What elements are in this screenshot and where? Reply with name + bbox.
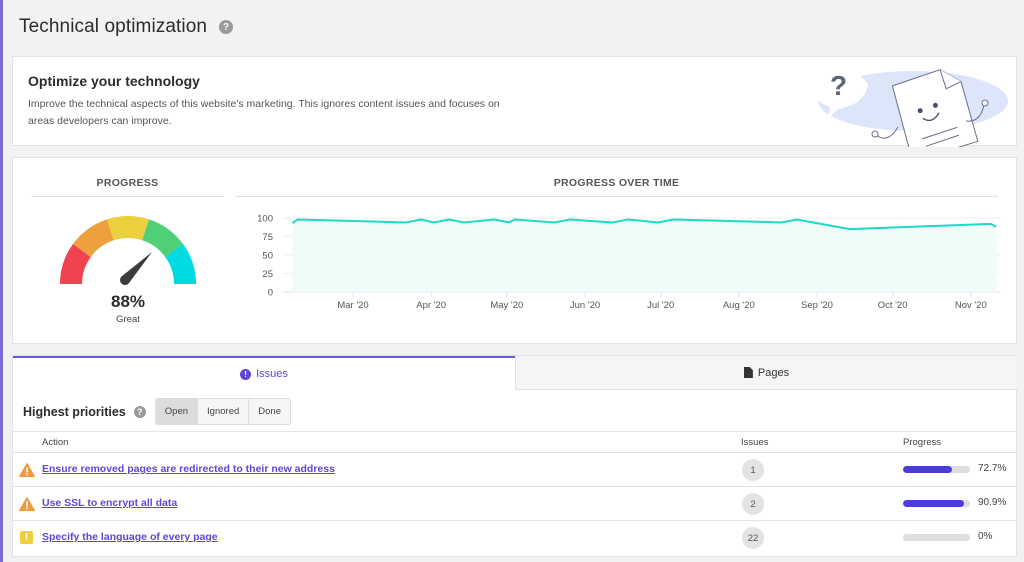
- chart-title-divider: [235, 196, 998, 197]
- gauge-rating: Great: [116, 314, 140, 325]
- right-hand: [981, 99, 989, 107]
- progress-bar: [903, 500, 970, 507]
- left-hand: [871, 130, 879, 138]
- progress-gauge: 88% Great: [53, 208, 203, 338]
- table-row: Ensure removed pages are redirected to t…: [13, 453, 1017, 487]
- x-tick-label: Nov '20: [955, 300, 987, 311]
- action-link[interactable]: Ensure removed pages are redirected to t…: [42, 463, 335, 475]
- tab-pages-label: Pages: [757, 366, 790, 379]
- exclamation-square-icon: !: [20, 531, 33, 544]
- y-tick-label: 0: [268, 288, 273, 299]
- filter-open-button[interactable]: Open: [155, 399, 199, 424]
- gauge-value: 88%: [110, 292, 146, 311]
- table-row: ! Specify the language of every page 22 …: [13, 521, 1017, 555]
- column-issues: Issues: [741, 437, 769, 448]
- column-progress: Progress: [903, 437, 942, 448]
- table-header: Action Issues Progress: [13, 431, 1017, 453]
- progress-bar: [903, 534, 970, 541]
- x-tick-label: Mar '20: [337, 300, 368, 311]
- y-tick-label: 75: [262, 232, 273, 243]
- tab-pages[interactable]: Pages: [515, 356, 1017, 390]
- progress-card: PROGRESS 88% Great PROGRESS OVER TIME 0 2…: [12, 157, 1017, 344]
- issue-count-badge: 1: [742, 459, 764, 481]
- document-mascot-illustration: ?: [812, 68, 1008, 147]
- issue-count-badge: 22: [742, 527, 764, 549]
- filter-done-button[interactable]: Done: [249, 399, 290, 424]
- filter-ignored-button[interactable]: Ignored: [198, 399, 250, 424]
- warning-triangle-icon: [19, 497, 35, 511]
- intro-card: Optimize your technology Improve the tec…: [12, 56, 1017, 147]
- gauge-svg: [60, 216, 196, 285]
- issue-count-badge: 2: [742, 493, 764, 515]
- x-tick-label: May '20: [490, 300, 523, 311]
- gauge-segment: [106, 216, 150, 241]
- intro-description: Improve the technical aspects of this we…: [28, 98, 500, 127]
- tab-issues[interactable]: ! Issues: [13, 356, 515, 390]
- progress-bar-fill: [903, 500, 964, 507]
- table-row: Use SSL to encrypt all data 2 90.9%: [13, 487, 1017, 521]
- exclamation-circle-icon: !: [240, 368, 252, 380]
- progress-percent: 72.7%: [978, 463, 1007, 474]
- x-tick-label: Oct '20: [878, 300, 908, 311]
- x-tick-label: Jun '20: [570, 300, 600, 311]
- file-icon: [743, 367, 753, 378]
- warning-triangle-icon: [19, 463, 35, 477]
- priorities-table: Action Issues Progress Ensure removed pa…: [13, 431, 1017, 555]
- progress-percent: 90.9%: [978, 497, 1007, 508]
- progress-title: PROGRESS: [96, 177, 159, 189]
- progress-percent: 0%: [978, 531, 993, 542]
- page-header: Technical optimization ?: [19, 16, 234, 38]
- x-tick-label: Apr '20: [416, 300, 446, 311]
- progress-bar: [903, 466, 970, 473]
- progress-over-time-chart: 0 25 50 75 100 Mar '20 Apr '20 May '20 Jun '20 Ju…: [257, 214, 1001, 311]
- chart-title: PROGRESS OVER TIME: [553, 177, 680, 189]
- x-tick-label: Jul '20: [647, 300, 674, 311]
- series-area: [292, 219, 996, 292]
- tab-issues-label: Issues: [256, 368, 288, 380]
- status-filter: Open Ignored Done: [154, 398, 291, 425]
- progress-title-divider: [31, 196, 224, 197]
- question-mark-glyph: ?: [830, 70, 847, 101]
- gauge-needle: [120, 252, 153, 285]
- action-link[interactable]: Use SSL to encrypt all data: [42, 497, 177, 509]
- question-circle-icon[interactable]: ?: [219, 20, 234, 34]
- y-tick-label: 50: [262, 251, 273, 262]
- x-tick-label: Sep '20: [801, 300, 833, 311]
- priorities-title: Highest priorities: [23, 404, 126, 419]
- action-link[interactable]: Specify the language of every page: [42, 531, 218, 543]
- y-tick-label: 25: [262, 269, 273, 280]
- page-title: Technical optimization: [19, 16, 208, 37]
- y-tick-label: 100: [257, 214, 273, 225]
- priorities-header: Highest priorities ? Open Ignored Done: [23, 398, 291, 425]
- progress-bar-fill: [903, 466, 952, 473]
- question-circle-icon[interactable]: ?: [133, 405, 146, 418]
- column-action: Action: [42, 437, 69, 448]
- sidebar-edge: [0, 0, 3, 562]
- intro-heading: Optimize your technology: [28, 73, 200, 89]
- x-tick-label: Aug '20: [723, 300, 755, 311]
- issues-pages-card: ! Issues Pages Highest priorities ? Open…: [12, 355, 1017, 557]
